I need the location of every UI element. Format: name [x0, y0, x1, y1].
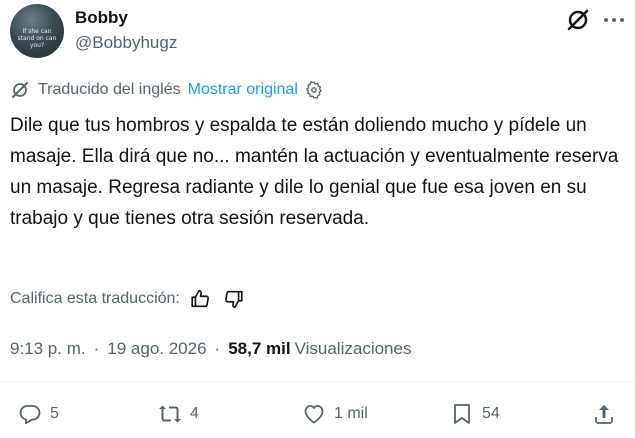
rate-translation-label: Califica esta traducción:	[10, 290, 180, 307]
more-options-button[interactable]	[600, 6, 628, 34]
like-count: 1 mil	[334, 405, 368, 422]
author-handle[interactable]: @Bobbyhugz	[75, 33, 177, 53]
grok-icon	[12, 82, 28, 98]
reply-button[interactable]: 5	[18, 397, 59, 431]
gear-icon[interactable]	[304, 80, 324, 100]
thumbs-up-icon[interactable]	[189, 288, 211, 310]
heart-icon	[304, 405, 324, 424]
share-button[interactable]	[592, 397, 624, 431]
tweet-header: If she can stand on can you? Bobby @Bobb…	[10, 4, 625, 60]
divider	[0, 381, 635, 382]
repost-button[interactable]: 4	[158, 397, 199, 431]
translation-bar: Traducido del inglés Mostrar original	[10, 79, 324, 101]
meta-separator: ·	[214, 339, 221, 358]
grok-button[interactable]	[564, 6, 592, 34]
reply-count: 5	[50, 405, 59, 422]
author-name[interactable]: Bobby	[75, 8, 128, 28]
repost-icon	[159, 405, 181, 423]
like-button[interactable]: 1 mil	[302, 397, 368, 431]
reply-icon	[19, 405, 41, 425]
tweet-text: Dile que tus hombros y espalda te están …	[10, 115, 619, 229]
action-bar: 5 4 1 mil 54	[0, 397, 635, 431]
avatar[interactable]: If she can stand on can you?	[10, 4, 64, 58]
bookmark-count: 54	[482, 405, 500, 422]
bookmark-button[interactable]: 54	[450, 397, 500, 431]
bookmark-icon	[454, 404, 470, 424]
grok-icon	[567, 9, 589, 31]
views-count[interactable]: 58,7 mil	[228, 339, 290, 359]
tweet-meta: 9:13 p. m. · 19 ago. 2026 · 58,7 mil Vis…	[10, 337, 411, 361]
tweet-date[interactable]: 19 ago. 2026	[107, 339, 206, 359]
tweet-time[interactable]: 9:13 p. m.	[10, 339, 86, 359]
views-label[interactable]: Visualizaciones	[295, 339, 412, 359]
thumbs-down-icon[interactable]	[223, 288, 245, 310]
more-icon	[604, 18, 624, 22]
repost-count: 4	[190, 405, 199, 422]
avatar-caption: If she can stand on can you?	[17, 28, 57, 49]
show-original-link[interactable]: Mostrar original	[188, 81, 298, 99]
translated-label: Traducido del inglés	[38, 81, 181, 98]
share-icon	[595, 405, 613, 424]
rate-translation: Califica esta traducción:	[10, 286, 257, 312]
meta-separator: ·	[93, 339, 100, 358]
